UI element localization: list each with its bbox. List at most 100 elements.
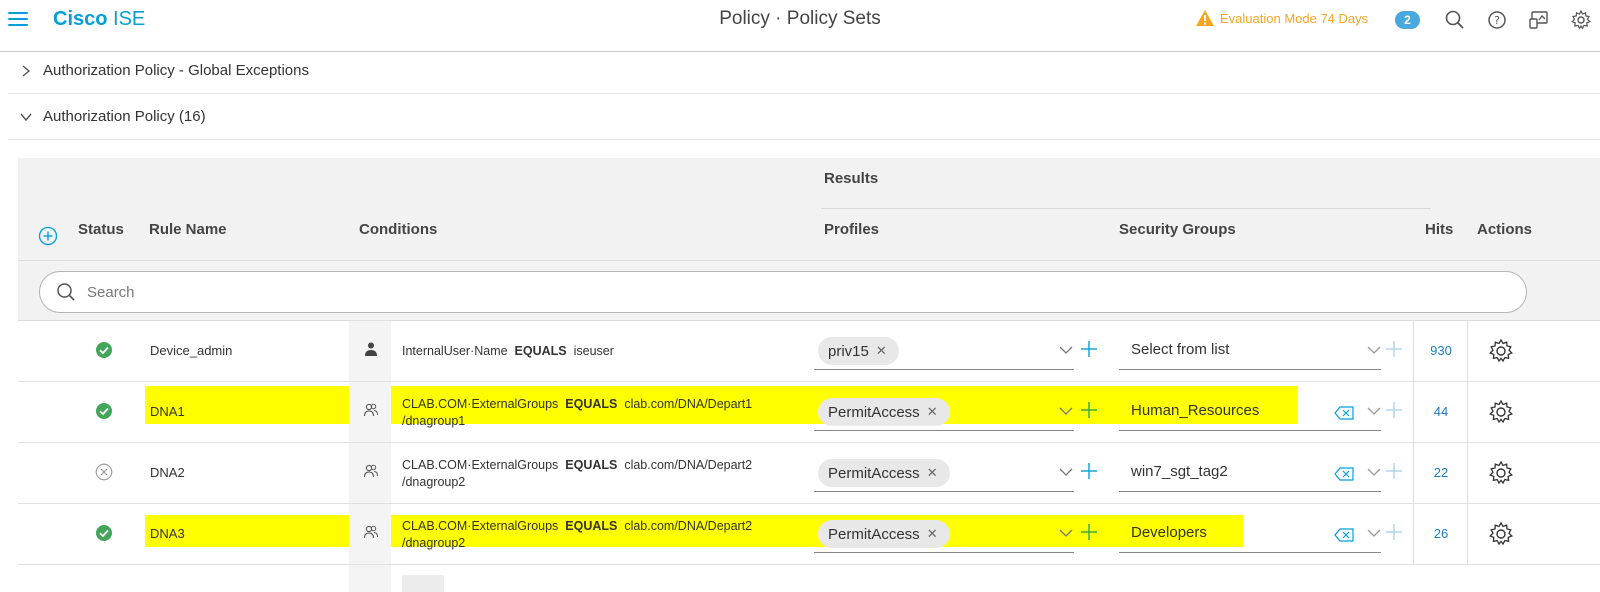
chevron-down-icon[interactable]	[1367, 343, 1381, 357]
col-rule-name[interactable]: Rule Name	[149, 221, 227, 238]
chevron-down-icon[interactable]	[1059, 404, 1073, 418]
chevron-down-icon[interactable]	[1059, 465, 1073, 479]
section-authorization-policy[interactable]: Authorization Policy (16)	[8, 94, 1600, 140]
section-global-exceptions[interactable]: Authorization Policy - Global Exceptions	[8, 48, 1600, 94]
remove-profile-icon[interactable]: ✕	[927, 526, 938, 542]
settings-gear-icon[interactable]	[1570, 9, 1592, 31]
profile-label: priv15	[828, 342, 869, 360]
rule-name[interactable]: Device_admin	[150, 343, 232, 358]
remove-profile-icon[interactable]: ✕	[927, 465, 938, 481]
status-enabled-icon[interactable]	[95, 402, 113, 420]
divider	[1467, 443, 1468, 503]
col-conditions[interactable]: Conditions	[359, 221, 437, 238]
add-profile-icon[interactable]	[1080, 401, 1098, 419]
rule-name[interactable]: DNA3	[150, 526, 185, 541]
search-icon[interactable]	[1444, 9, 1466, 31]
col-status[interactable]: Status	[78, 221, 124, 238]
table-row[interactable]: DNA2 CLAB.COM·ExternalGroups EQUALS clab…	[18, 443, 1600, 504]
condition-expression[interactable]: CLAB.COM·ExternalGroups EQUALS clab.com/…	[402, 518, 802, 552]
security-group-select[interactable]: Select from list	[1131, 341, 1229, 358]
security-group-underline	[1119, 491, 1381, 492]
chevron-down-icon[interactable]	[1059, 526, 1073, 540]
condition-expression[interactable]: InternalUser·Name EQUALS iseuser	[402, 343, 802, 360]
profile-chip[interactable]: PermitAccess ✕	[818, 459, 950, 487]
hits-count[interactable]: 26	[1424, 526, 1458, 541]
help-icon[interactable]: ?	[1486, 9, 1508, 31]
add-security-group-icon[interactable]	[1385, 523, 1403, 541]
status-enabled-icon[interactable]	[95, 341, 113, 359]
security-group-underline	[1119, 369, 1381, 370]
evaluation-mode-notice[interactable]: Evaluation Mode 74 Days	[1196, 10, 1368, 26]
results-header: Results	[824, 170, 879, 187]
app-logo[interactable]: Cisco ISE	[53, 8, 145, 31]
clear-security-group-icon[interactable]	[1334, 467, 1354, 481]
add-security-group-icon[interactable]	[1385, 401, 1403, 419]
hits-count[interactable]: 22	[1424, 465, 1458, 480]
section-label: Authorization Policy (16)	[43, 108, 206, 125]
profile-label: PermitAccess	[828, 464, 920, 482]
col-security-groups[interactable]: Security Groups	[1119, 221, 1236, 238]
group-icon	[363, 524, 379, 540]
add-rule-icon[interactable]	[38, 226, 58, 246]
divider	[1467, 321, 1468, 381]
condition-chip-placeholder	[402, 575, 444, 592]
search-box[interactable]	[39, 271, 1527, 313]
col-profiles[interactable]: Profiles	[824, 221, 879, 238]
divider	[1413, 382, 1414, 442]
hits-count[interactable]: 930	[1424, 343, 1458, 358]
group-icon	[363, 402, 379, 418]
rule-name[interactable]: DNA2	[150, 465, 185, 480]
profile-chip[interactable]: PermitAccess ✕	[818, 520, 950, 548]
chevron-down-icon[interactable]	[1367, 404, 1381, 418]
hits-count[interactable]: 44	[1424, 404, 1458, 419]
status-disabled-icon[interactable]	[95, 463, 113, 481]
clear-security-group-icon[interactable]	[1334, 406, 1354, 420]
chevron-right-icon	[19, 64, 33, 78]
group-icon	[363, 463, 379, 479]
profile-select-underline	[814, 491, 1074, 492]
remove-profile-icon[interactable]: ✕	[927, 404, 938, 420]
gear-icon[interactable]	[1488, 460, 1514, 486]
gear-icon[interactable]	[1488, 521, 1514, 547]
table-row[interactable]	[18, 565, 1600, 592]
profile-label: PermitAccess	[828, 525, 920, 543]
add-security-group-icon[interactable]	[1385, 462, 1403, 480]
authorization-policy-table: Results Status Rule Name Conditions Prof…	[18, 158, 1600, 592]
col-hits[interactable]: Hits	[1425, 221, 1453, 238]
rule-name[interactable]: DNA1	[150, 404, 185, 419]
chevron-down-icon[interactable]	[1367, 526, 1381, 540]
add-profile-icon[interactable]	[1080, 340, 1098, 358]
notification-badge[interactable]: 2	[1395, 11, 1420, 29]
add-security-group-icon[interactable]	[1385, 340, 1403, 358]
add-profile-icon[interactable]	[1080, 523, 1098, 541]
status-enabled-icon[interactable]	[95, 524, 113, 542]
profile-chip[interactable]: priv15 ✕	[818, 337, 899, 365]
chevron-down-icon[interactable]	[1367, 465, 1381, 479]
security-group-chip[interactable]: Human_Resources	[1131, 402, 1259, 419]
condition-icon-cell	[349, 565, 391, 592]
add-profile-icon[interactable]	[1080, 462, 1098, 480]
menu-icon[interactable]	[8, 12, 28, 28]
gear-icon[interactable]	[1488, 338, 1514, 364]
table-row[interactable]: DNA3 CLAB.COM·ExternalGroups EQUALS clab…	[18, 504, 1600, 565]
divider	[1413, 504, 1414, 564]
svg-text:?: ?	[1494, 14, 1500, 27]
table-row[interactable]: Device_admin InternalUser·Name EQUALS is…	[18, 321, 1600, 382]
chevron-down-icon[interactable]	[1059, 343, 1073, 357]
profile-select-underline	[814, 552, 1074, 553]
security-group-underline	[1119, 552, 1381, 553]
remove-profile-icon[interactable]: ✕	[876, 343, 887, 359]
top-bar: Cisco ISE Policy · Policy Sets Evaluatio…	[0, 0, 1600, 52]
security-group-underline	[1119, 430, 1381, 431]
security-group-chip[interactable]: win7_sgt_tag2	[1131, 463, 1228, 480]
security-group-chip[interactable]: Developers	[1131, 524, 1207, 541]
condition-expression[interactable]: CLAB.COM·ExternalGroups EQUALS clab.com/…	[402, 396, 802, 430]
search-input[interactable]	[87, 283, 1487, 301]
gear-icon[interactable]	[1488, 399, 1514, 425]
context-visibility-icon[interactable]	[1528, 9, 1550, 31]
profile-label: PermitAccess	[828, 403, 920, 421]
condition-expression[interactable]: CLAB.COM·ExternalGroups EQUALS clab.com/…	[402, 457, 802, 491]
clear-security-group-icon[interactable]	[1334, 528, 1354, 542]
profile-chip[interactable]: PermitAccess ✕	[818, 398, 950, 426]
table-row[interactable]: DNA1 CLAB.COM·ExternalGroups EQUALS clab…	[18, 382, 1600, 443]
